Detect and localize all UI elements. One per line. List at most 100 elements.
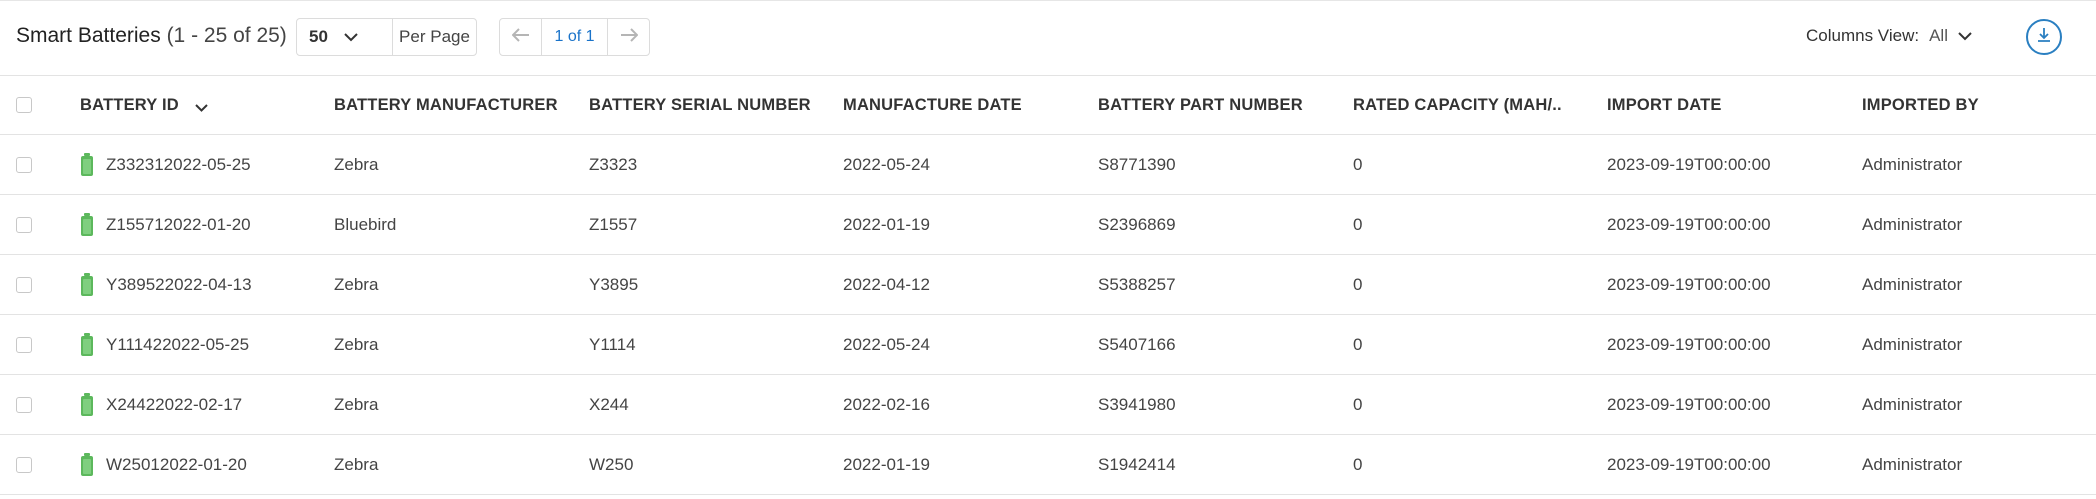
manufacturer-cell: Zebra xyxy=(334,274,379,294)
column-header-rated-capacity[interactable]: RATED CAPACITY (MAH/... xyxy=(1353,76,1563,134)
columns-view-value: All xyxy=(1929,26,1948,45)
import-date-cell: 2023-09-19T00:00:00 xyxy=(1607,154,1771,174)
battery-id-cell: W25012022-01-20 xyxy=(80,435,320,494)
battery-icon xyxy=(80,392,94,417)
part-number-cell: S5388257 xyxy=(1098,274,1176,294)
chevron-down-icon xyxy=(1958,26,1972,46)
part-number-cell: S1942414 xyxy=(1098,454,1176,474)
manufacture-date-cell: 2022-05-24 xyxy=(843,334,930,354)
manufacture-date-cell: 2022-01-19 xyxy=(843,454,930,474)
imported-by-cell: Administrator xyxy=(1862,154,1963,174)
imported-by-cell: Administrator xyxy=(1862,334,1963,354)
import-date-cell: 2023-09-19T00:00:00 xyxy=(1607,454,1771,474)
arrow-left-icon xyxy=(511,27,530,47)
part-number-cell: S2396869 xyxy=(1098,214,1176,234)
serial-cell: Y3895 xyxy=(589,274,639,294)
chevron-down-icon[interactable] xyxy=(195,104,208,112)
table-row[interactable]: W25012022-01-20 Zebra W250 2022-01-19 S1… xyxy=(0,435,2096,495)
imported-by-cell: Administrator xyxy=(1862,454,1963,474)
capacity-cell: 0 xyxy=(1353,454,1363,474)
battery-id-cell: Y389522022-04-13 xyxy=(80,255,320,314)
per-page-control: 50 Per Page xyxy=(296,18,477,56)
battery-icon xyxy=(80,452,94,477)
column-header-battery-serial-number[interactable]: BATTERY SERIAL NUMBER xyxy=(589,76,829,134)
page-title: Smart Batteries (1 - 25 of 25) xyxy=(16,24,287,48)
table-row[interactable]: X24422022-02-17 Zebra X244 2022-02-16 S3… xyxy=(0,375,2096,435)
batteries-table: BATTERY ID BATTERY MANUFACTURER BATTERY … xyxy=(0,75,2096,495)
import-date-cell: 2023-09-19T00:00:00 xyxy=(1607,274,1771,294)
capacity-cell: 0 xyxy=(1353,274,1363,294)
table-row[interactable]: Y111422022-05-25 Zebra Y1114 2022-05-24 … xyxy=(0,315,2096,375)
manufacture-date-cell: 2022-04-12 xyxy=(843,274,930,294)
row-checkbox[interactable] xyxy=(16,276,32,293)
serial-cell: X244 xyxy=(589,394,629,414)
chevron-down-icon xyxy=(344,27,358,47)
table-header: BATTERY ID BATTERY MANUFACTURER BATTERY … xyxy=(0,75,2096,135)
manufacturer-cell: Zebra xyxy=(334,454,379,474)
import-date-cell: 2023-09-19T00:00:00 xyxy=(1607,334,1771,354)
capacity-cell: 0 xyxy=(1353,214,1363,234)
row-checkbox[interactable] xyxy=(16,396,32,413)
next-page-button[interactable] xyxy=(607,19,649,55)
row-checkbox[interactable] xyxy=(16,156,32,173)
column-header-battery-part-number[interactable]: BATTERY PART NUMBER xyxy=(1098,76,1338,134)
imported-by-cell: Administrator xyxy=(1862,394,1963,414)
battery-id: Y389522022-04-13 xyxy=(106,274,252,294)
capacity-cell: 0 xyxy=(1353,334,1363,354)
select-all-cell xyxy=(16,76,46,134)
per-page-value: 50 xyxy=(309,27,328,46)
manufacturer-cell: Bluebird xyxy=(334,214,397,234)
select-all-checkbox[interactable] xyxy=(16,97,32,113)
battery-id: Y111422022-05-25 xyxy=(106,334,250,354)
column-header-imported-by[interactable]: IMPORTED BY xyxy=(1862,76,2082,134)
battery-icon xyxy=(80,332,94,357)
page-indicator: 1 of 1 xyxy=(554,28,595,45)
per-page-select[interactable]: 50 xyxy=(297,19,393,55)
columns-view-label: Columns View: xyxy=(1806,26,1920,45)
download-icon xyxy=(2035,26,2053,49)
manufacture-date-cell: 2022-01-19 xyxy=(843,214,930,234)
part-number-cell: S3941980 xyxy=(1098,394,1176,414)
battery-id: W25012022-01-20 xyxy=(106,454,247,474)
column-header-label: BATTERY ID xyxy=(80,95,179,114)
column-header-battery-id[interactable]: BATTERY ID xyxy=(80,76,320,134)
table-row[interactable]: Y389522022-04-13 Zebra Y3895 2022-04-12 … xyxy=(0,255,2096,315)
battery-id: Z155712022-01-20 xyxy=(106,214,251,234)
battery-icon xyxy=(80,152,94,177)
battery-id: X24422022-02-17 xyxy=(106,394,243,414)
battery-icon xyxy=(80,272,94,297)
record-count: (1 - 25 of 25) xyxy=(166,24,287,47)
pagination: 1 of 1 xyxy=(499,18,650,56)
prev-page-button[interactable] xyxy=(500,19,542,55)
row-checkbox[interactable] xyxy=(16,456,32,473)
battery-id-cell: Y111422022-05-25 xyxy=(80,315,320,374)
column-header-import-date[interactable]: IMPORT DATE xyxy=(1607,76,1847,134)
part-number-cell: S8771390 xyxy=(1098,154,1176,174)
table-row[interactable]: Z155712022-01-20 Bluebird Z1557 2022-01-… xyxy=(0,195,2096,255)
row-checkbox[interactable] xyxy=(16,216,32,233)
download-button[interactable] xyxy=(2026,19,2062,55)
column-header-battery-manufacturer[interactable]: BATTERY MANUFACTURER xyxy=(334,76,574,134)
manufacture-date-cell: 2022-02-16 xyxy=(843,394,930,414)
arrow-right-icon xyxy=(620,27,638,47)
manufacturer-cell: Zebra xyxy=(334,334,379,354)
row-select-cell xyxy=(16,255,46,314)
column-header-manufacture-date[interactable]: MANUFACTURE DATE xyxy=(843,76,1083,134)
row-checkbox[interactable] xyxy=(16,336,32,353)
columns-view-dropdown[interactable]: Columns View: All xyxy=(1806,26,1972,46)
table-row[interactable]: Z332312022-05-25 Zebra Z3323 2022-05-24 … xyxy=(0,135,2096,195)
per-page-label: Per Page xyxy=(399,27,470,46)
import-date-cell: 2023-09-19T00:00:00 xyxy=(1607,214,1771,234)
import-date-cell: 2023-09-19T00:00:00 xyxy=(1607,394,1771,414)
battery-id-cell: Z332312022-05-25 xyxy=(80,135,320,194)
serial-cell: Z3323 xyxy=(589,154,638,174)
toolbar: Smart Batteries (1 - 25 of 25) 50 Per Pa… xyxy=(0,0,2096,75)
battery-id-cell: Z155712022-01-20 xyxy=(80,195,320,254)
battery-id: Z332312022-05-25 xyxy=(106,154,251,174)
serial-cell: W250 xyxy=(589,454,634,474)
imported-by-cell: Administrator xyxy=(1862,274,1963,294)
title-text: Smart Batteries xyxy=(16,24,161,47)
capacity-cell: 0 xyxy=(1353,154,1363,174)
row-select-cell xyxy=(16,195,46,254)
battery-icon xyxy=(80,212,94,237)
